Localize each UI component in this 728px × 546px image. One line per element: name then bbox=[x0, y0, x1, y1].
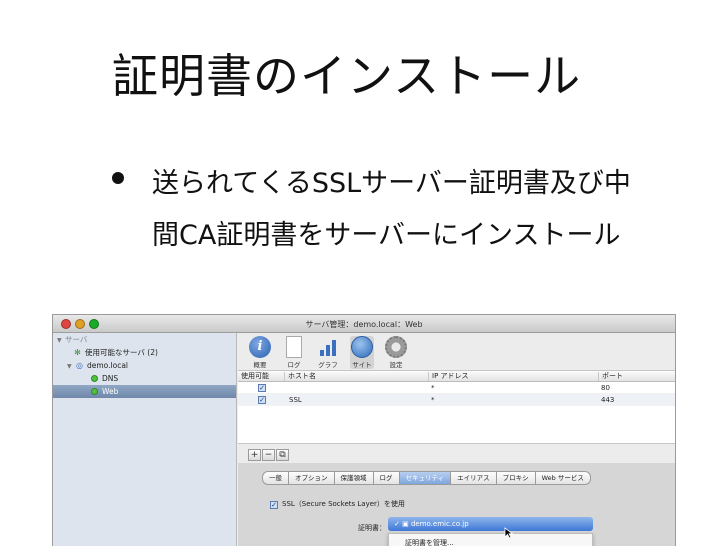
toolbar-log[interactable]: ログ bbox=[282, 336, 306, 369]
certificate-select[interactable]: ✓ ▣ demo.emic.co.jp bbox=[388, 517, 593, 531]
status-led-icon bbox=[91, 375, 98, 382]
tab-web-services[interactable]: Web サービス bbox=[535, 471, 591, 485]
tab-bar: 一般 オプション 保護領域 ログ セキュリティ エイリアス プロキシ Web サ… bbox=[262, 471, 591, 485]
certificate-menu: 証明書を管理... bbox=[388, 533, 593, 546]
ssl-checkbox-label: SSL（Secure Sockets Layer）を使用 bbox=[282, 500, 405, 508]
ip-cell: * bbox=[431, 384, 435, 392]
bullet-dot bbox=[112, 172, 124, 184]
manage-certificates-menu-item[interactable]: 証明書を管理... bbox=[389, 534, 592, 546]
remove-button[interactable]: − bbox=[262, 449, 275, 461]
edit-button[interactable]: ⧉ bbox=[276, 449, 289, 461]
slide-title: 証明書のインストール bbox=[112, 49, 582, 103]
main-pane: i 概要 ログ グラフ サイト 設定 使用可能 ホスト名 IP アドレス ポート… bbox=[238, 333, 675, 546]
bar-graph-icon bbox=[317, 336, 339, 358]
sidebar-item-web[interactable]: Web bbox=[53, 385, 236, 398]
column-header-host[interactable]: ホスト名 bbox=[284, 372, 316, 381]
add-button[interactable]: + bbox=[248, 449, 261, 461]
tab-realms[interactable]: 保護領域 bbox=[334, 471, 374, 485]
toolbar-settings[interactable]: 設定 bbox=[384, 336, 408, 369]
selected-certificate: demo.emic.co.jp bbox=[410, 520, 469, 528]
tab-proxy[interactable]: プロキシ bbox=[496, 471, 536, 485]
checkmark-icon: ✓ bbox=[394, 520, 403, 528]
bullet-list: 送られてくるSSLサーバー証明書及び中間CA証明書をサーバーにインストール bbox=[112, 158, 632, 262]
toolbar-overview[interactable]: i 概要 bbox=[248, 336, 272, 369]
tab-logs[interactable]: ログ bbox=[373, 471, 400, 485]
tab-general[interactable]: 一般 bbox=[262, 471, 289, 485]
tab-aliases[interactable]: エイリアス bbox=[451, 471, 497, 485]
toolbar-graph[interactable]: グラフ bbox=[316, 336, 340, 369]
server-icon: ◎ bbox=[76, 361, 83, 370]
enabled-checkbox[interactable]: ✓ bbox=[258, 384, 266, 392]
enabled-checkbox[interactable]: ✓ bbox=[258, 396, 266, 404]
sidebar-item-dns[interactable]: DNS bbox=[53, 372, 236, 385]
window-title: サーバ管理：demo.local：Web bbox=[305, 320, 423, 329]
globe-icon: ✻ bbox=[74, 348, 81, 357]
titlebar: サーバ管理：demo.local：Web bbox=[53, 315, 675, 333]
settings-panel: 一般 オプション 保護領域 ログ セキュリティ エイリアス プロキシ Web サ… bbox=[238, 463, 675, 546]
status-led-icon bbox=[91, 388, 98, 395]
ssl-checkbox[interactable]: ✓ bbox=[270, 501, 278, 509]
port-cell: 443 bbox=[601, 396, 615, 404]
document-icon bbox=[286, 336, 302, 358]
sidebar-item-demo-local[interactable]: ▼ ◎ demo.local bbox=[53, 359, 236, 372]
toolbar: i 概要 ログ グラフ サイト 設定 bbox=[238, 333, 675, 371]
server-admin-window: サーバ管理：demo.local：Web ▼ サーバ ✻ 使用可能なサーバ (2) … bbox=[52, 314, 676, 546]
column-header-ip[interactable]: IP アドレス bbox=[428, 372, 469, 381]
sites-table: 使用可能 ホスト名 IP アドレス ポート ✓ * 80 ✓ SSL * 443 bbox=[238, 371, 675, 443]
host-cell bbox=[286, 382, 289, 394]
toolbar-site[interactable]: サイト bbox=[350, 336, 374, 369]
table-header: 使用可能 ホスト名 IP アドレス ポート bbox=[238, 371, 675, 382]
port-cell: 80 bbox=[601, 384, 610, 392]
ssl-option[interactable]: ✓ SSL（Secure Sockets Layer）を使用 bbox=[270, 499, 405, 509]
certificate-icon: ▣ bbox=[402, 520, 411, 528]
table-row[interactable]: ✓ * 80 bbox=[238, 382, 675, 394]
mouse-pointer-icon bbox=[504, 527, 514, 539]
tab-security[interactable]: セキュリティ bbox=[399, 471, 452, 485]
sidebar: ▼ サーバ ✻ 使用可能なサーバ (2) ▼ ◎ demo.local DNS Web bbox=[53, 333, 237, 546]
certificate-label: 証明書： bbox=[358, 524, 386, 532]
gear-icon bbox=[385, 336, 407, 358]
table-row[interactable]: ✓ SSL * 443 bbox=[238, 394, 675, 406]
column-header-port[interactable]: ポート bbox=[598, 372, 623, 381]
sidebar-item-available-servers[interactable]: ✻ 使用可能なサーバ (2) bbox=[53, 346, 236, 359]
info-icon: i bbox=[249, 336, 271, 358]
ip-cell: * bbox=[431, 396, 435, 404]
host-cell: SSL bbox=[289, 396, 302, 404]
table-button-bar: + − ⧉ bbox=[238, 443, 675, 463]
column-header-enabled[interactable]: 使用可能 bbox=[238, 372, 269, 381]
bullet-text: 送られてくるSSLサーバー証明書及び中間CA証明書をサーバーにインストール bbox=[152, 168, 631, 251]
sidebar-header[interactable]: ▼ サーバ bbox=[53, 333, 236, 346]
tab-options[interactable]: オプション bbox=[289, 471, 335, 485]
globe-icon bbox=[351, 336, 373, 358]
